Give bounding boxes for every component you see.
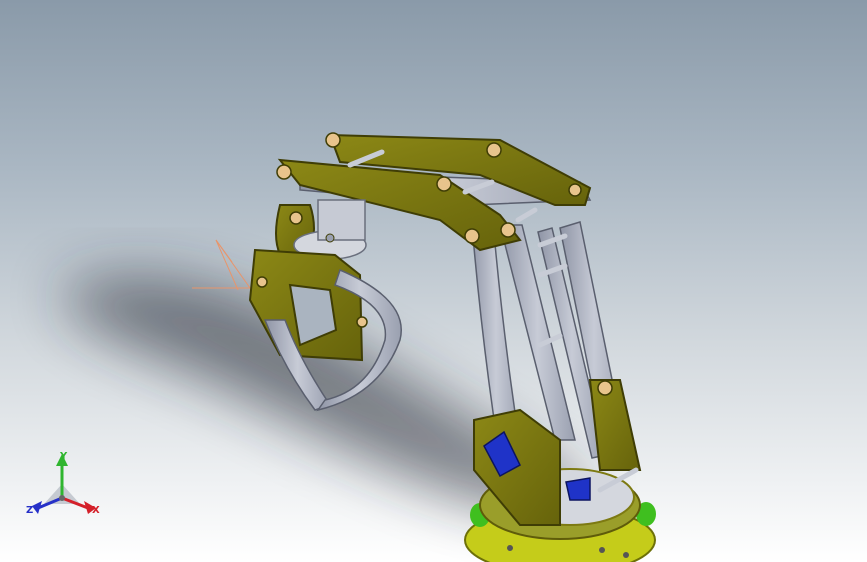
axis-x-label: X [92,505,100,516]
model-scene[interactable] [0,0,867,562]
axis-y-label: Y [60,451,68,462]
sketch-lines [192,239,251,291]
graphics-viewport[interactable]: Y X Z [0,0,867,562]
axis-z-label: Z [26,505,34,516]
coordinate-triad: Y X Z [22,448,104,524]
